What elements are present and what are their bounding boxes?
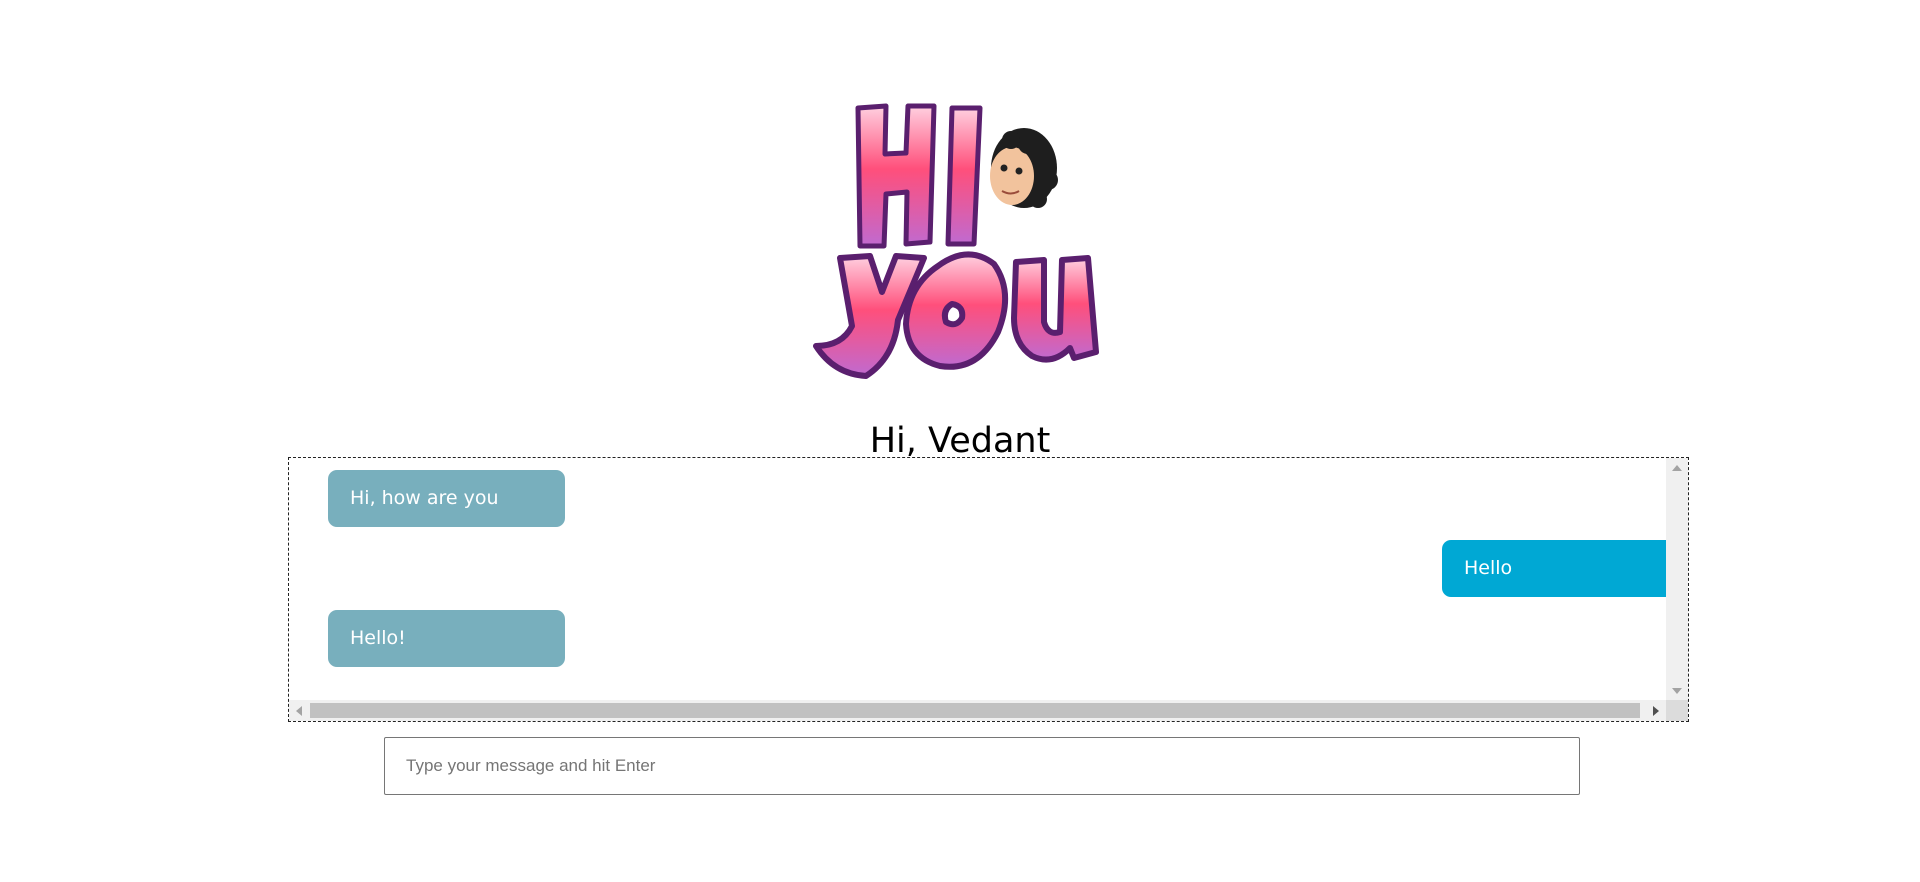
horizontal-scroll-thumb[interactable] (310, 703, 1640, 718)
scroll-up-icon[interactable] (1672, 465, 1682, 471)
chat-messages-panel[interactable]: Hi, how are you Hello Hello! (288, 457, 1689, 722)
scroll-right-icon[interactable] (1653, 706, 1659, 716)
chat-page: Hi, Vedant Hi, how are you Hello Hello! (0, 0, 1920, 882)
scrollbar-corner (1666, 700, 1688, 721)
avatar-character (990, 128, 1058, 208)
scroll-left-icon[interactable] (296, 706, 302, 716)
scroll-down-icon[interactable] (1672, 688, 1682, 694)
message-input[interactable] (384, 737, 1580, 795)
bot-message: Hello! (328, 610, 565, 667)
bot-message: Hi, how are you (328, 470, 565, 527)
horizontal-scrollbar[interactable] (289, 700, 1666, 721)
hi-you-logo (813, 103, 1099, 379)
vertical-scrollbar[interactable] (1666, 458, 1688, 701)
user-message: Hello (1442, 540, 1670, 597)
